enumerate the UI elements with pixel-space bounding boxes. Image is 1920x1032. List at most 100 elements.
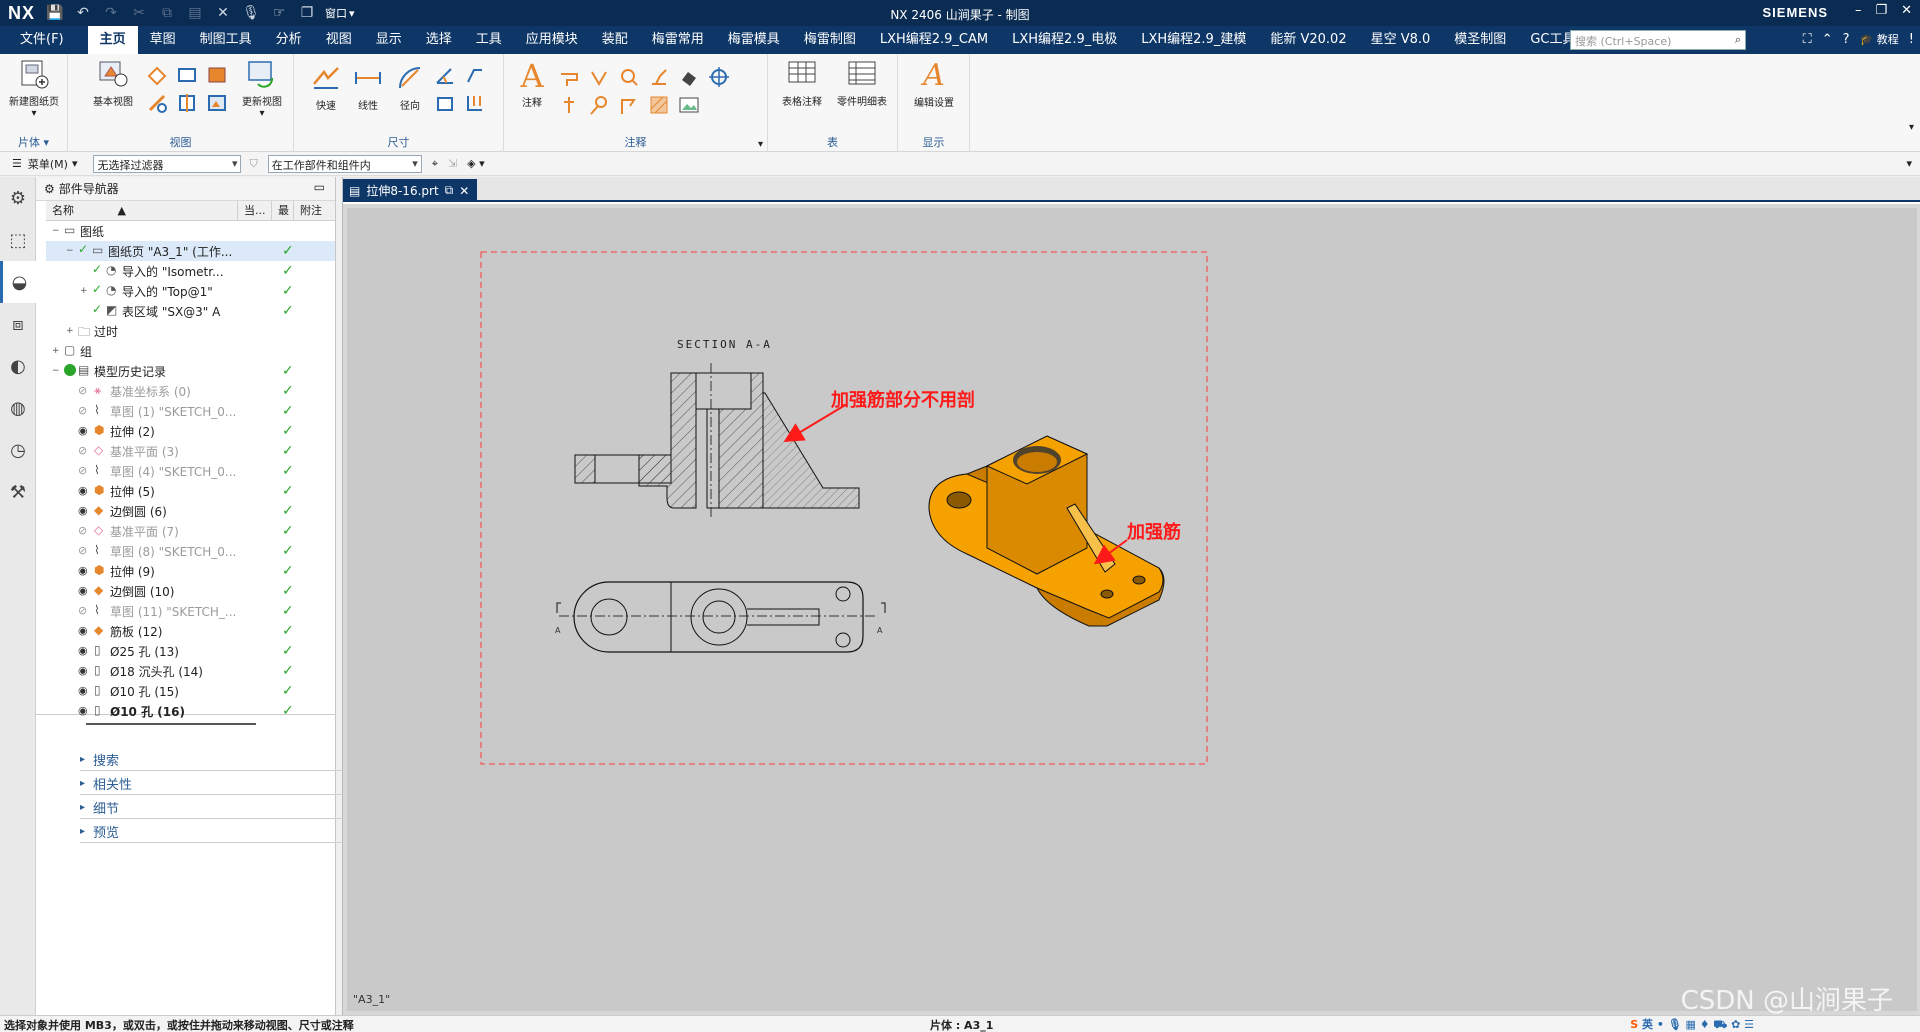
menu-tab[interactable]: 模圣制图 (1442, 26, 1518, 54)
tree-node[interactable]: ◉ ▯ Ø25 孔 (13) ✓ (46, 641, 335, 661)
balloon-icon[interactable] (588, 94, 610, 116)
menu-tab[interactable]: LXH编程2.9_CAM (868, 26, 1000, 54)
menu-tab[interactable]: 文件(F) (0, 26, 88, 54)
detach-icon[interactable]: ⧉ (445, 183, 454, 198)
projected-view-icon[interactable] (146, 64, 168, 86)
toolbar-overflow-icon[interactable]: ▾ (1906, 157, 1912, 170)
eye-icon[interactable]: ◉ (78, 664, 92, 678)
visibility-check-icon[interactable]: ✓ (92, 262, 106, 276)
base-view-button[interactable]: 基本视图 (88, 58, 138, 108)
datum-target-icon[interactable] (558, 94, 580, 116)
document-tab[interactable]: ▤ 拉伸8-16.prt ⧉ ✕ (343, 179, 477, 202)
hidden-eye-icon[interactable]: ⊘ (78, 524, 92, 538)
weld-symbol-icon[interactable] (678, 66, 700, 88)
filter-icon[interactable]: ⛉ (249, 157, 257, 171)
eye-icon[interactable]: ◉ (78, 624, 92, 638)
snap-icon[interactable]: ⌖ (432, 157, 438, 171)
tree-node[interactable]: ◉ ◆ 筋板 (12) ✓ (46, 621, 335, 641)
undo-icon[interactable]: ↶ (71, 5, 95, 21)
copy-icon[interactable]: ⧉ (155, 5, 179, 21)
paste-icon[interactable]: ▤ (183, 5, 207, 21)
drawing-view-icon[interactable] (206, 92, 228, 114)
tree-node[interactable]: − ✓ ▭ 图纸页 "A3_1" (工作... ✓ (46, 241, 335, 261)
close-icon[interactable]: ✕ (1901, 3, 1912, 18)
menu-tab[interactable]: 星空 V8.0 (1359, 26, 1443, 54)
snap-options-icon[interactable]: ◈ ▾ (467, 157, 484, 170)
tree-node[interactable]: + 🗀 过时 (46, 321, 335, 341)
touch-mode-icon[interactable]: ☞ (267, 5, 291, 21)
linear-dimension-button[interactable]: 线性 (348, 62, 388, 112)
selection-scope-select[interactable]: 在工作部件和组件内 (267, 154, 422, 173)
assembly-navigator-icon[interactable]: ⬚ (0, 219, 36, 261)
hidden-eye-icon[interactable]: ⊘ (78, 404, 92, 418)
radial-dimension-button[interactable]: 径向 (390, 62, 430, 112)
eye-icon[interactable]: ◉ (78, 424, 92, 438)
visibility-check-icon[interactable]: ✓ (92, 282, 106, 296)
menu-tab[interactable]: 工具 (464, 26, 514, 54)
repeat-command-icon[interactable]: ✕ (211, 5, 235, 21)
column-notes[interactable]: 附注 (294, 201, 324, 220)
menu-tab[interactable]: 梅雷制图 (792, 26, 868, 54)
command-search-input[interactable]: 搜索 (Ctrl+Space) ⌕ (1570, 30, 1746, 50)
column-current[interactable]: 当... (238, 201, 272, 220)
collapse-icon[interactable]: − (52, 366, 62, 376)
window-menu[interactable]: 窗口 ▾ (325, 5, 355, 21)
hidden-eye-icon[interactable]: ⊘ (78, 464, 92, 478)
drawing-sheet[interactable]: SECTION A-A A A 加强筋部分不用剖 加强筋 "A3_1" (347, 208, 1917, 1011)
ribbon-expand-icon[interactable]: ▾ (1909, 122, 1914, 133)
collapse-ribbon-icon[interactable]: ⌃ (1822, 32, 1833, 47)
tree-node[interactable]: + ✓ ◔ 导入的 "Top@1" ✓ (46, 281, 335, 301)
menu-tab[interactable]: LXH编程2.9_建模 (1129, 26, 1258, 54)
fullscreen-icon[interactable]: ⛶ (1803, 32, 1812, 47)
datum-feature-icon[interactable] (588, 66, 610, 88)
expand-icon[interactable]: + (66, 326, 76, 336)
tree-node[interactable]: ◉ ▯ Ø18 沉头孔 (14) ✓ (46, 661, 335, 681)
tree-node[interactable]: − ▭ 图纸 (46, 221, 335, 241)
hidden-eye-icon[interactable]: ⊘ (78, 444, 92, 458)
switch-window-icon[interactable]: ❐ (295, 5, 319, 21)
view-boundary-icon[interactable] (176, 92, 198, 114)
thickness-dimension-icon[interactable] (434, 92, 456, 114)
expand-icon[interactable]: + (80, 286, 90, 296)
feature-control-frame-icon[interactable] (558, 66, 580, 88)
tree-node[interactable]: ⊘ ⚹ 基准坐标系 (0) ✓ (46, 381, 335, 401)
reuse-library-icon[interactable]: ⧈ (0, 303, 36, 345)
target-point-icon[interactable] (708, 66, 730, 88)
navigator-gear-icon[interactable]: ⚙ (44, 182, 55, 196)
collapse-icon[interactable]: − (52, 226, 62, 236)
visibility-check-icon[interactable]: ✓ (78, 242, 92, 256)
type-filter-select[interactable]: 无选择过滤器 (93, 154, 242, 173)
select-point-icon[interactable]: ⇲ (448, 157, 457, 170)
chamfer-dimension-icon[interactable] (464, 64, 486, 86)
ordinate-dimension-icon[interactable] (464, 92, 486, 114)
save-icon[interactable]: 💾 (43, 5, 67, 21)
eye-icon[interactable]: ◉ (78, 504, 92, 518)
visibility-check-icon[interactable]: ✓ (92, 302, 106, 316)
menu-tab[interactable]: 视图 (314, 26, 364, 54)
rapid-dimension-button[interactable]: 快速 (306, 62, 346, 112)
eye-icon[interactable]: ◉ (78, 644, 92, 658)
help-icon[interactable]: ? (1843, 32, 1850, 47)
maximize-icon[interactable]: ▭ (314, 180, 325, 194)
section-view-icon[interactable] (206, 64, 228, 86)
tree-node[interactable]: ⊘ ◇ 基准平面 (3) ✓ (46, 441, 335, 461)
tree-node[interactable]: ⊘ ◇ 基准平面 (7) ✓ (46, 521, 335, 541)
eye-icon[interactable]: ◉ (78, 584, 92, 598)
roles-icon[interactable]: ⚒ (0, 471, 36, 513)
part-navigator-icon[interactable]: ◒ (0, 261, 36, 303)
menu-icon[interactable]: ☰ (12, 157, 22, 170)
menu-button[interactable]: 菜单(M) (28, 156, 68, 172)
break-view-icon[interactable] (146, 92, 168, 114)
tree-node[interactable]: ◉ ⬢ 拉伸 (2) ✓ (46, 421, 335, 441)
tree-node[interactable]: ⊘ ⌇ 草图 (1) "SKETCH_0... ✓ (46, 401, 335, 421)
hidden-eye-icon[interactable]: ⊘ (78, 544, 92, 558)
cut-icon[interactable]: ✂ (127, 5, 151, 21)
note-button[interactable]: A 注释 (510, 58, 554, 109)
column-latest[interactable]: 最 (272, 201, 294, 220)
eye-icon[interactable]: ◉ (78, 484, 92, 498)
angular-dimension-icon[interactable] (434, 64, 456, 86)
column-name[interactable]: 名称 ▲ (46, 201, 238, 220)
menu-tab[interactable]: 显示 (364, 26, 414, 54)
id-symbol-icon[interactable] (618, 66, 640, 88)
update-view-button[interactable]: 更新视图 ▾ (234, 58, 290, 119)
